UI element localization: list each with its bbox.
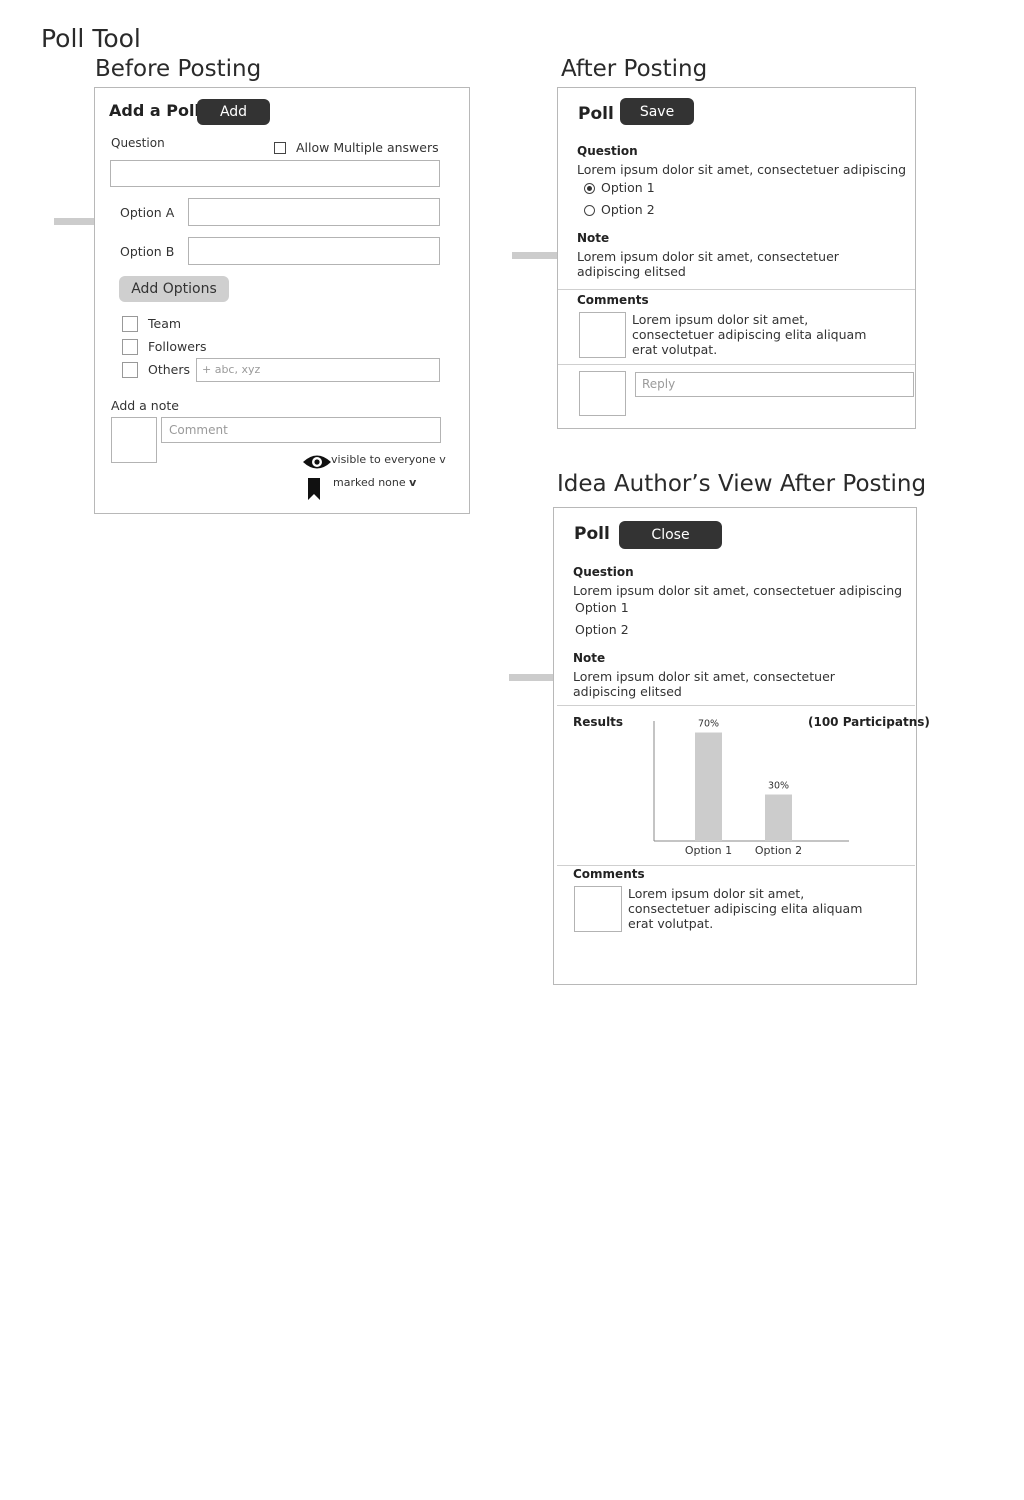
add-poll-title: Add a Poll: [109, 101, 200, 120]
save-button[interactable]: Save: [620, 98, 694, 125]
question-heading: Question: [577, 144, 638, 158]
add-options-button[interactable]: Add Options: [119, 276, 229, 302]
visibility-text[interactable]: visible to everyone v: [331, 453, 446, 466]
reply-input[interactable]: Reply: [635, 372, 914, 397]
category-label: Option 1: [685, 844, 732, 857]
connector-line: [512, 252, 558, 259]
option-b-input[interactable]: [188, 237, 440, 265]
others-label: Others: [148, 362, 191, 377]
note-heading: Note: [573, 651, 606, 665]
before-posting-title: Before Posting: [95, 56, 262, 82]
poll-title: Poll: [574, 524, 610, 544]
comment-placeholder: Comment: [169, 423, 228, 437]
divider: [558, 289, 915, 290]
option-1-label: Option 1: [575, 600, 629, 615]
comment-text: Lorem ipsum dolor sit amet, consectetuer…: [628, 886, 863, 931]
others-placeholder: + abc, xyz: [202, 363, 261, 376]
connector-line: [509, 674, 554, 681]
close-button[interactable]: Close: [619, 521, 722, 549]
eye-icon[interactable]: [302, 452, 332, 472]
note-text: Lorem ipsum dolor sit amet, consectetuer…: [573, 669, 835, 699]
team-checkbox[interactable]: [122, 316, 138, 332]
after-posting-title: After Posting: [561, 56, 708, 82]
reply-placeholder: Reply: [642, 377, 676, 391]
followers-checkbox[interactable]: [122, 339, 138, 355]
allow-multiple-checkbox[interactable]: [274, 142, 286, 154]
question-heading: Question: [573, 565, 634, 579]
divider: [558, 364, 915, 365]
result-bar-2: [765, 794, 792, 841]
option-a-input[interactable]: [188, 198, 440, 226]
option-b-label: Option B: [120, 244, 175, 259]
comments-heading: Comments: [577, 293, 649, 307]
marked-chevron: v: [409, 476, 417, 489]
author-view-title: Idea Author’s View After Posting: [557, 471, 927, 497]
page-title: Poll Tool: [41, 24, 141, 53]
poll-title: Poll: [578, 104, 614, 124]
option-1-label: Option 1: [601, 180, 655, 195]
avatar: [574, 886, 622, 932]
divider: [557, 705, 915, 706]
author-poll-panel: Poll Close Question Lorem ipsum dolor si…: [553, 507, 930, 985]
results-heading: Results: [573, 715, 624, 729]
option-2-label: Option 2: [601, 202, 655, 217]
question-text: Lorem ipsum dolor sit amet, consectetuer…: [573, 583, 903, 598]
note-text: Lorem ipsum dolor sit amet, consectetuer…: [577, 249, 839, 279]
comment-input[interactable]: Comment: [161, 417, 441, 443]
note-heading: Note: [577, 231, 610, 245]
poll-panel: Poll Save Question Lorem ipsum dolor sit…: [557, 87, 916, 429]
question-label: Question: [111, 136, 165, 150]
bookmark-icon[interactable]: [307, 477, 321, 501]
avatar: [111, 417, 157, 463]
allow-multiple-label: Allow Multiple answers: [296, 140, 439, 155]
team-label: Team: [148, 316, 182, 331]
add-note-label: Add a note: [111, 398, 179, 413]
add-button[interactable]: Add: [197, 99, 270, 125]
connector-line: [54, 218, 94, 225]
marked-label: marked none: [333, 476, 410, 489]
question-text: Lorem ipsum dolor sit amet, consectetuer…: [577, 162, 907, 177]
add-poll-panel: Add a Poll Add Question Allow Multiple a…: [94, 87, 470, 514]
data-label: 30%: [768, 781, 789, 792]
others-input[interactable]: + abc, xyz: [196, 358, 440, 382]
others-checkbox[interactable]: [122, 362, 138, 378]
followers-label: Followers: [148, 339, 207, 354]
comment-text: Lorem ipsum dolor sit amet, consectetuer…: [632, 312, 867, 357]
avatar: [579, 312, 626, 358]
divider: [557, 865, 915, 866]
comments-heading: Comments: [573, 867, 645, 881]
avatar: [579, 371, 626, 416]
option-1-radio[interactable]: [584, 183, 595, 194]
question-input[interactable]: [110, 160, 440, 187]
result-bar-1: [695, 732, 722, 841]
marked-text[interactable]: marked none v: [333, 476, 416, 489]
option-2-label: Option 2: [575, 622, 629, 637]
data-label: 70%: [698, 719, 719, 730]
category-label: Option 2: [755, 844, 802, 857]
results-chart: 70% Option 1 30% Option 2: [653, 719, 849, 857]
option-a-label: Option A: [120, 205, 175, 220]
option-2-radio[interactable]: [584, 205, 595, 216]
